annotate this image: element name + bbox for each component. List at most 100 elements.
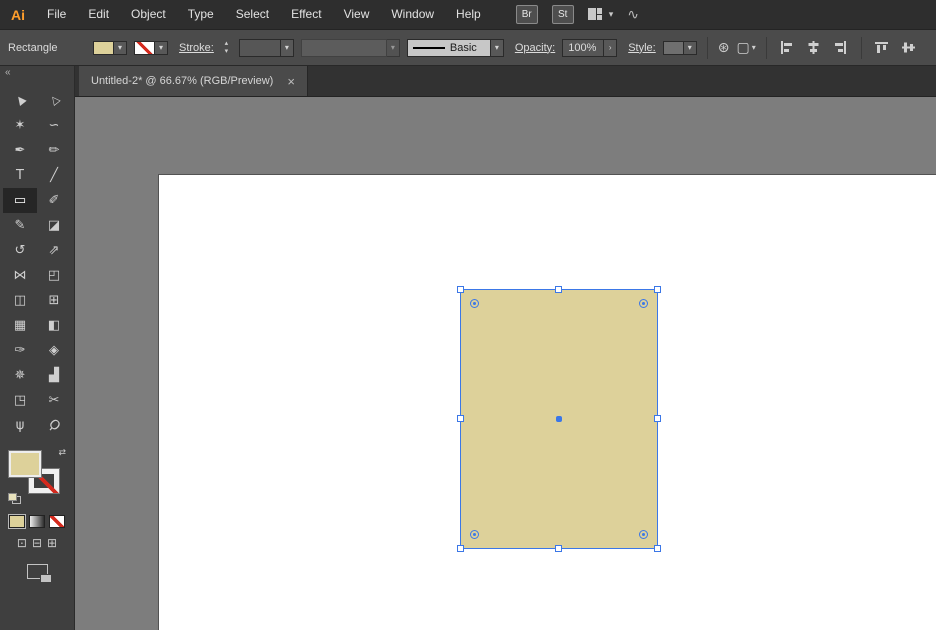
menu-view[interactable]: View — [333, 0, 381, 29]
artwork-rectangle[interactable] — [457, 286, 661, 552]
menu-effect[interactable]: Effect — [280, 0, 332, 29]
document-setup-button[interactable]: ▢ ▾ — [736, 39, 755, 57]
hand-tool[interactable]: ψ — [3, 413, 37, 438]
menu-file[interactable]: File — [36, 0, 77, 29]
bridge-button[interactable]: Br — [515, 5, 538, 24]
eraser-tool[interactable]: ◪ — [37, 213, 71, 238]
eyedropper-tool[interactable]: ✑ — [3, 338, 37, 363]
opacity-dropdown[interactable]: 100% › — [562, 38, 618, 57]
line-segment-tool[interactable]: ╱ — [37, 163, 71, 188]
artboard[interactable] — [159, 175, 936, 630]
slice-tool[interactable]: ✂ — [37, 388, 71, 413]
lasso-tool[interactable]: ∽ — [37, 113, 71, 138]
menu-type[interactable]: Type — [177, 0, 225, 29]
selection-handle-ne[interactable] — [654, 286, 661, 293]
document-tab[interactable]: Untitled-2* @ 66.67% (RGB/Preview) × — [79, 66, 308, 96]
vertical-align-center-button[interactable] — [899, 38, 919, 58]
shape-builder-tool[interactable]: ◫ — [3, 288, 37, 313]
pen-tool[interactable]: ✒ — [3, 138, 37, 163]
align-center-button[interactable] — [804, 38, 824, 58]
menu-edit[interactable]: Edit — [77, 0, 120, 29]
workspace-switcher-icon[interactable] — [587, 8, 603, 21]
selection-handle-n[interactable] — [555, 286, 562, 293]
align-left-button[interactable] — [777, 38, 797, 58]
tools-panel: « ▶ ▷ ✶ ∽ ✒ ✏ T ╱ ▭ ✐ ✎ ◪ ↺ ⇗ ⋈ ◰ ◫ ⊞ ▦ — [0, 66, 75, 630]
draw-behind-icon[interactable]: ⊟ — [32, 536, 42, 550]
corner-widget-se[interactable] — [639, 530, 648, 539]
opacity-label[interactable]: Opacity: — [515, 42, 555, 54]
rectangle-icon: ▭ — [13, 193, 27, 208]
corner-widget-nw[interactable] — [470, 299, 479, 308]
symbol-sprayer-tool[interactable]: ✵ — [3, 363, 37, 388]
brush-definition-dropdown[interactable]: Basic ▾ — [406, 38, 504, 57]
align-right-button[interactable] — [831, 38, 851, 58]
style-dropdown[interactable]: ▾ — [662, 39, 697, 57]
stock-button[interactable]: St — [551, 5, 574, 24]
menu-help[interactable]: Help — [445, 0, 492, 29]
selection-handle-nw[interactable] — [457, 286, 464, 293]
artboard-tool[interactable]: ◳ — [3, 388, 37, 413]
selection-handle-w[interactable] — [457, 415, 464, 422]
paintbrush-tool[interactable]: ✐ — [37, 188, 71, 213]
brush-preview: Basic — [406, 38, 491, 57]
fill-color-dropdown[interactable]: ▾ — [93, 39, 127, 57]
default-colors-icon[interactable] — [8, 493, 21, 504]
menu-object[interactable]: Object — [120, 0, 177, 29]
selection-handle-e[interactable] — [654, 415, 661, 422]
rectangle-tool[interactable]: ▭ — [3, 188, 37, 213]
menu-window[interactable]: Window — [380, 0, 445, 29]
screen-mode-button[interactable] — [26, 564, 52, 583]
gradient-tool[interactable]: ◧ — [37, 313, 71, 338]
stroke-label[interactable]: Stroke: — [179, 42, 214, 54]
direct-selection-tool-icon: ▷ — [46, 93, 62, 108]
free-transform-tool[interactable]: ◰ — [37, 263, 71, 288]
color-button[interactable] — [8, 514, 26, 529]
close-icon[interactable]: × — [287, 75, 295, 88]
swap-fill-stroke-icon[interactable]: ⇄ — [58, 448, 66, 458]
scale-tool[interactable]: ⇗ — [37, 238, 71, 263]
type-tool[interactable]: T — [3, 163, 37, 188]
stroke-weight-value[interactable] — [238, 38, 281, 57]
shaper-tool[interactable]: ✎ — [3, 213, 37, 238]
selection-handle-sw[interactable] — [457, 545, 464, 552]
none-button[interactable] — [49, 515, 65, 528]
corner-widget-sw[interactable] — [470, 530, 479, 539]
selection-tool[interactable]: ▶ — [3, 88, 37, 113]
draw-normal-icon[interactable]: ⊡ — [17, 536, 27, 550]
corner-widget-ne[interactable] — [639, 299, 648, 308]
perspective-grid-tool[interactable]: ⊞ — [37, 288, 71, 313]
column-graph-tool[interactable]: ▟ — [37, 363, 71, 388]
recolor-artwork-button[interactable]: ⊛ — [718, 40, 730, 56]
workspace-caret-icon[interactable]: ▾ — [609, 9, 614, 20]
opacity-value[interactable]: 100% — [562, 38, 605, 57]
magic-wand-tool[interactable]: ✶ — [3, 113, 37, 138]
menu-select[interactable]: Select — [225, 0, 280, 29]
curvature-tool[interactable]: ✏ — [37, 138, 71, 163]
vertical-align-center-icon — [902, 42, 916, 53]
selection-handle-se[interactable] — [654, 545, 661, 552]
fill-color-swatch[interactable] — [8, 450, 42, 478]
center-point[interactable] — [556, 416, 562, 422]
style-label[interactable]: Style: — [628, 42, 656, 54]
rotate-tool[interactable]: ↺ — [3, 238, 37, 263]
shaper-icon: ✎ — [14, 218, 26, 233]
vertical-align-top-button[interactable] — [872, 38, 892, 58]
direct-selection-tool[interactable]: ▷ — [37, 88, 71, 113]
stroke-weight-stepper[interactable]: ▴ ▾ — [221, 38, 232, 58]
zoom-tool[interactable]: Ϙ — [37, 413, 71, 438]
gradient-button[interactable] — [29, 515, 45, 528]
gpu-performance-icon[interactable]: ∿ — [627, 7, 639, 23]
selection-handle-s[interactable] — [555, 545, 562, 552]
blend-tool[interactable]: ◈ — [37, 338, 71, 363]
collapse-panel-icon[interactable]: « — [0, 66, 74, 82]
brush-name: Basic — [449, 41, 477, 54]
mesh-tool[interactable]: ▦ — [3, 313, 37, 338]
width-tool[interactable]: ⋈ — [3, 263, 37, 288]
stroke-weight-dropdown[interactable]: ▾ — [238, 38, 294, 57]
draw-inside-icon[interactable]: ⊞ — [47, 536, 57, 550]
hand-icon: ψ — [15, 418, 25, 433]
stroke-color-dropdown[interactable]: ▾ — [134, 39, 168, 57]
stepper-up-icon[interactable]: ▴ — [221, 40, 232, 48]
canvas-viewport[interactable] — [75, 97, 936, 630]
stepper-down-icon[interactable]: ▾ — [221, 48, 232, 56]
